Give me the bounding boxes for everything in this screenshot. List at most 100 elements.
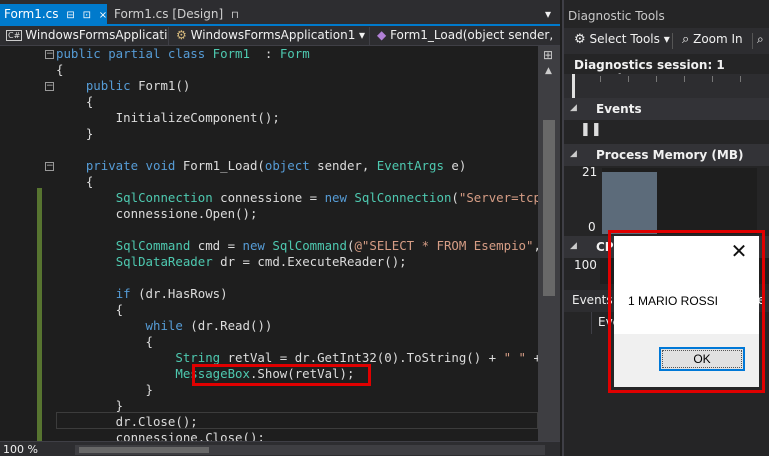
zoom-out-icon[interactable]: ⌕	[757, 32, 764, 47]
code-token: {	[56, 62, 64, 77]
memory-usage-area	[602, 172, 657, 234]
scrollbar-thumb[interactable]	[79, 447, 209, 453]
message-box-dialog: ✕ 1 MARIO ROSSI OK	[614, 236, 759, 387]
ok-button[interactable]: OK	[659, 347, 745, 371]
code-line[interactable]: public partial class Form1 : Form	[56, 46, 538, 62]
code-token: SqlConnection	[115, 190, 213, 205]
code-token: {	[56, 174, 94, 189]
document-tab-bar: Form1.cs ⊟ ⊡ × Form1.cs [Design] ⊓ ▾	[0, 0, 560, 26]
tab-form1-cs[interactable]: Form1.cs ⊟ ⊡ ×	[0, 4, 107, 26]
zoom-in-label: Zoom In	[693, 32, 743, 46]
editor-status-strip: 100 %	[0, 441, 560, 456]
code-token: {	[56, 94, 94, 109]
project-dropdown[interactable]: C#WindowsFormsApplication1 ▾	[2, 27, 169, 45]
code-line[interactable]: connessione.Open();	[56, 206, 538, 222]
horizontal-scrollbar[interactable]	[75, 445, 545, 455]
code-line[interactable]: SqlDataReader dr = cmd.ExecuteReader();	[56, 254, 538, 270]
timeline-ruler[interactable]	[564, 74, 769, 98]
zoom-level[interactable]: 100 %	[3, 443, 38, 456]
collapse-icon[interactable]: −	[45, 162, 54, 171]
zoom-in-button[interactable]: ⌕ Zoom In	[682, 32, 743, 47]
timeline-tick	[740, 76, 741, 82]
code-line[interactable]: if (dr.HasRows)	[56, 286, 538, 302]
method-icon: ◆	[377, 28, 387, 42]
code-line[interactable]: dr.Close();	[56, 414, 538, 430]
select-tools-label: Select Tools	[589, 32, 660, 46]
member-label: Form1_Load(object sender,	[390, 28, 554, 42]
pin-tab-icon[interactable]: ⊟	[66, 10, 74, 21]
code-line[interactable]: {	[56, 174, 538, 190]
code-line[interactable]: }	[56, 398, 538, 414]
code-token: dr.Close();	[56, 414, 198, 429]
code-token: (	[451, 190, 459, 205]
code-token: Form1_Load(	[182, 158, 265, 173]
code-token: sender,	[309, 158, 377, 173]
chevron-down-icon: ▾	[158, 42, 164, 45]
toolbar-separator	[752, 33, 753, 49]
tab-form1-design[interactable]: Form1.cs [Design] ⊓	[110, 4, 240, 26]
gear-icon: ⚙	[574, 32, 586, 47]
float-tab-icon[interactable]: ⊡	[83, 10, 91, 21]
editor-gutter: − − −	[0, 46, 56, 442]
focus-rectangle	[662, 350, 742, 368]
chevron-down-icon: ▾	[663, 32, 670, 46]
code-token: InitializeComponent();	[56, 110, 280, 125]
vertical-scrollbar[interactable]: ⊞ ▲	[538, 46, 560, 442]
timeline-cursor[interactable]	[572, 74, 575, 98]
code-token: private void	[85, 158, 183, 173]
select-tools-button[interactable]: ⚙ Select Tools ▾	[574, 32, 670, 47]
code-token: public partial class	[56, 46, 213, 61]
code-token: :	[249, 46, 280, 61]
tab-overflow-icon[interactable]: ▾	[541, 4, 555, 26]
code-line[interactable]: InitializeComponent();	[56, 110, 538, 126]
code-line[interactable]: {	[56, 94, 538, 110]
code-token: object	[264, 158, 310, 173]
code-token: Form1	[212, 46, 250, 61]
code-line[interactable]: SqlConnection connessione = new SqlConne…	[56, 190, 538, 206]
close-tab-icon[interactable]: ×	[99, 10, 107, 21]
lock-icon: ⊓	[230, 10, 239, 21]
code-token: e)	[443, 158, 467, 173]
code-line[interactable]	[56, 222, 538, 238]
pause-icon[interactable]: ❚❚	[580, 122, 602, 137]
code-line[interactable]: SqlCommand cmd = new SqlCommand(@"SELECT…	[56, 238, 538, 254]
code-token: retVal = dr.GetInt32(0).ToString() +	[220, 350, 504, 365]
code-line[interactable]: public Form1()	[56, 78, 538, 94]
code-token: public	[85, 78, 139, 93]
code-token: SqlCommand	[115, 238, 191, 253]
member-dropdown[interactable]: ◆ Form1_Load(object sender,	[373, 27, 557, 45]
code-line[interactable]: {	[56, 302, 538, 318]
code-line[interactable]: }	[56, 126, 538, 142]
code-token: cmd =	[190, 238, 243, 253]
class-dropdown[interactable]: ⚙ WindowsFormsApplication1 ▾	[172, 27, 370, 45]
timeline-tick	[628, 76, 629, 82]
code-token: new	[242, 238, 273, 253]
code-line[interactable]: private void Form1_Load(object sender, E…	[56, 158, 538, 174]
scroll-up-icon[interactable]: ▲	[545, 66, 552, 76]
tab-events[interactable]: Events	[572, 293, 613, 307]
collapse-icon[interactable]: −	[45, 50, 54, 59]
memory-section-header[interactable]: ◢ Process Memory (MB)	[564, 144, 769, 166]
collapse-triangle-icon: ◢	[570, 103, 577, 113]
scrollbar-thumb[interactable]	[543, 120, 555, 296]
events-section-header[interactable]: ◢ Events	[564, 98, 769, 120]
collapse-icon[interactable]: −	[45, 82, 54, 91]
code-token: {	[56, 334, 153, 349]
code-line[interactable]	[56, 142, 538, 158]
code-line[interactable]: {	[56, 334, 538, 350]
code-token: +	[533, 350, 538, 365]
memory-axis-min: 0	[588, 220, 596, 234]
code-line[interactable]	[56, 270, 538, 286]
timeline-tick	[600, 76, 601, 82]
code-line[interactable]: while (dr.Read())	[56, 318, 538, 334]
split-icon[interactable]: ⊞	[543, 48, 553, 62]
close-icon[interactable]: ✕	[727, 239, 751, 263]
table-header-cell	[564, 312, 592, 334]
chevron-down-icon: ▾	[358, 28, 365, 42]
code-line[interactable]: {	[56, 62, 538, 78]
